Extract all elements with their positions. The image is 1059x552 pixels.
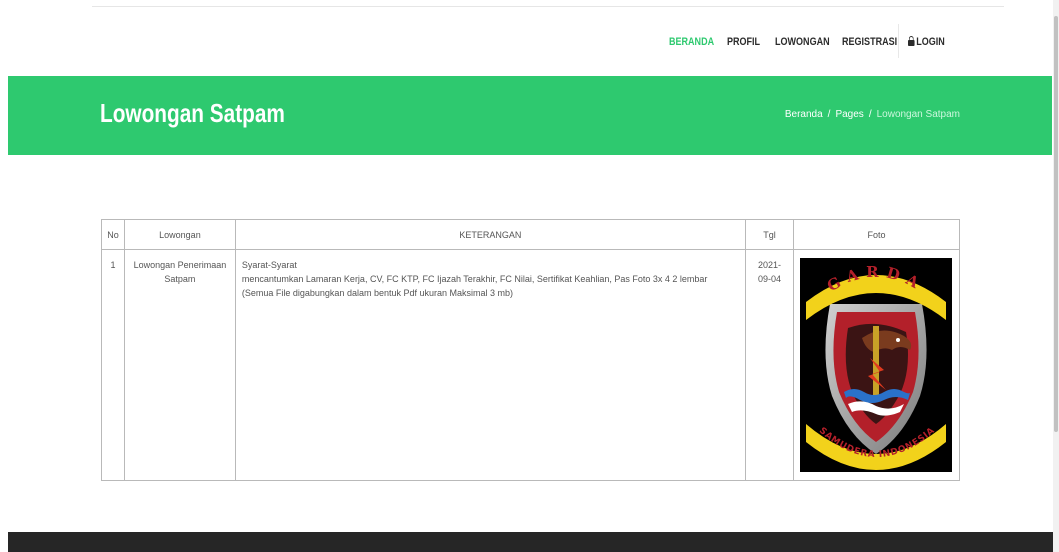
nav-item-registrasi[interactable]: REGISTRASI (842, 36, 897, 48)
table-row: 1 Lowongan Penerimaan Satpam Syarat-Syar… (101, 249, 961, 481)
nav-item-lowongan[interactable]: LOWONGAN (775, 36, 830, 48)
navbar: BERANDA PROFIL LOWONGAN REGISTRASI LOGIN (0, 0, 1059, 76)
cell-lowongan: Lowongan Penerimaan Satpam (123, 249, 236, 481)
breadcrumb-current: Lowongan Satpam (876, 109, 960, 120)
login-label: LOGIN (916, 36, 945, 48)
main-nav: BERANDA PROFIL LOWONGAN REGISTRASI LOGIN (0, 36, 1059, 50)
lowongan-table: No Lowongan KETERANGAN Tgl Foto 1 Lowong… (101, 219, 961, 481)
breadcrumb-pages[interactable]: Pages (835, 109, 863, 120)
lock-icon (908, 36, 915, 46)
header-no: No (101, 219, 125, 250)
keterangan-body: mencantumkan Lamaran Kerja, CV, FC KTP, … (241, 274, 708, 298)
nav-item-beranda[interactable]: BERANDA (669, 36, 714, 48)
page-footer (8, 532, 1053, 552)
page-banner: Lowongan Satpam Beranda / Pages / Lowongan S… (8, 76, 1052, 155)
table-header-row: No Lowongan KETERANGAN Tgl Foto (101, 219, 961, 250)
scrollbar-thumb[interactable] (1054, 16, 1058, 432)
breadcrumb-beranda[interactable]: Beranda (785, 109, 823, 120)
page-scrollbar[interactable] (1053, 0, 1059, 552)
breadcrumb: Beranda / Pages / Lowongan Satpam (784, 109, 960, 120)
keterangan-title: Syarat-Syarat (241, 260, 297, 270)
garda-emblem-icon: GARDA SAMUDERA INDONESIA (799, 258, 952, 472)
cell-tgl: 2021-09-04 (745, 249, 794, 481)
header-keterangan: KETERANGAN (234, 219, 747, 250)
cell-keterangan: Syarat-Syarat mencantumkan Lamaran Kerja… (234, 249, 747, 481)
header-foto: Foto (792, 219, 961, 250)
header-tgl: Tgl (745, 219, 794, 250)
cell-no: 1 (101, 249, 125, 481)
garda-logo-image: GARDA SAMUDERA INDONESIA (799, 258, 952, 472)
page-title: Lowongan Satpam (100, 98, 285, 128)
nav-item-login[interactable]: LOGIN (908, 36, 945, 48)
nav-separator (898, 24, 899, 58)
header-lowongan: Lowongan (123, 219, 236, 250)
cell-foto: GARDA SAMUDERA INDONESIA (792, 249, 961, 481)
nav-item-profil[interactable]: PROFIL (727, 36, 760, 48)
